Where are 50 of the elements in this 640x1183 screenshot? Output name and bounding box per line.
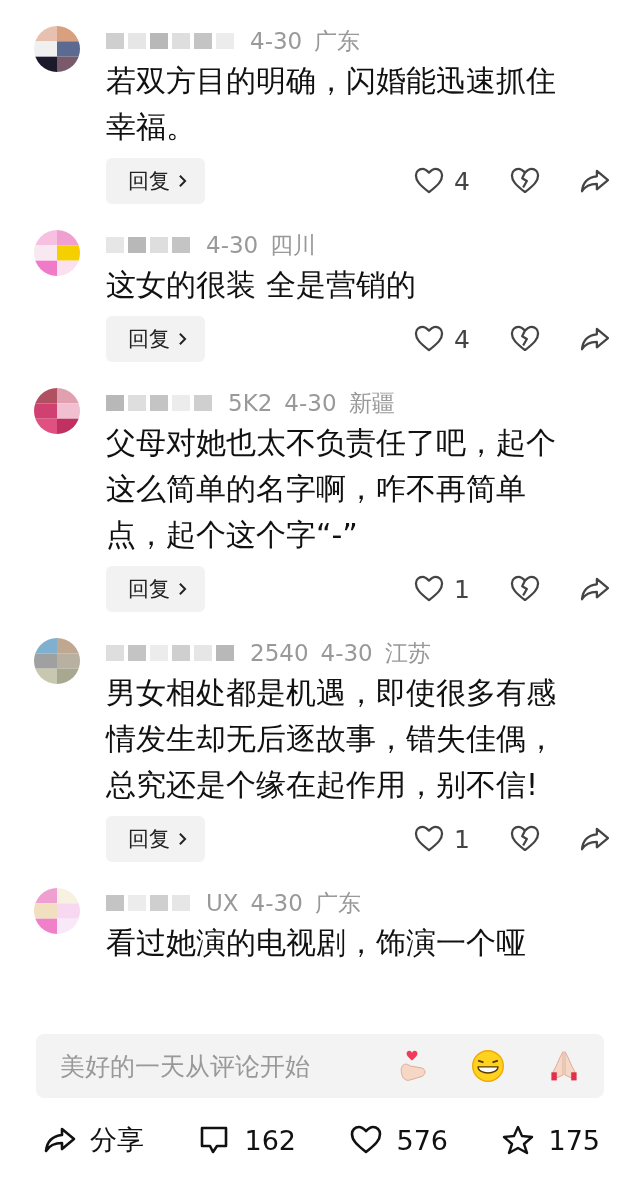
share-icon[interactable] [580, 826, 610, 852]
comment-bar[interactable]: 美好的一天从评论开始 [36, 1034, 604, 1098]
comment-region: 广东 [314, 888, 361, 918]
broken-heart-icon[interactable] [510, 167, 540, 195]
share-button[interactable]: 分享 [44, 1122, 144, 1158]
heart-icon [414, 575, 445, 603]
comment-region: 江苏 [384, 638, 431, 668]
comment-date: 4-30 [320, 640, 373, 666]
heart-icon [414, 325, 445, 353]
star-button[interactable]: 175 [502, 1122, 600, 1158]
heart-icon [414, 167, 445, 195]
like-button[interactable]: 576 [350, 1122, 448, 1158]
like-button[interactable]: 1 [414, 574, 470, 604]
comment-text: 男女相处都是机遇，即使很多有感情发生却无后逐故事，错失佳偶，总究还是个缘在起作用，别不信! [106, 674, 557, 804]
comment-date: 4-30 [206, 232, 259, 258]
broken-heart-icon[interactable] [510, 325, 540, 353]
comment-input[interactable]: 美好的一天从评论开始 [58, 1050, 354, 1082]
comment-date: 4-30 [284, 390, 337, 416]
chevron-right-icon [178, 832, 187, 846]
reply-button[interactable]: 回复 [106, 566, 205, 612]
comment-text: 这女的很装 全是营销的 [106, 266, 417, 304]
share-icon[interactable] [580, 576, 610, 602]
broken-heart-icon[interactable] [510, 825, 540, 853]
like-button[interactable]: 4 [414, 324, 470, 354]
comment-region: 新疆 [348, 388, 395, 418]
comment-text: 若双方目的明确，闪婚能迅速抓住幸福。 [106, 62, 557, 146]
broken-heart-icon[interactable] [510, 575, 540, 603]
share-icon [44, 1126, 76, 1154]
comment-date: 4-30 [250, 28, 303, 54]
reply-button[interactable]: 回复 [106, 158, 205, 204]
share-icon[interactable] [580, 326, 610, 352]
comment-text: 看过她演的电视剧，饰演一个哑 [106, 924, 527, 962]
like-button[interactable]: 4 [414, 166, 470, 196]
comment-region: 四川 [270, 230, 317, 260]
comment-text: 父母对她也太不负责任了吧，起个这么简单的名字啊，咋不再简单点，起个这个字“-” [106, 424, 557, 554]
reply-button[interactable]: 回复 [106, 816, 205, 862]
comment-date: 4-30 [250, 890, 303, 916]
comment-region: 广东 [314, 26, 361, 56]
reply-button[interactable]: 回复 [106, 316, 205, 362]
like-button[interactable]: 1 [414, 824, 470, 854]
chevron-right-icon [178, 582, 187, 596]
grinning-emoji-icon[interactable] [470, 1048, 506, 1084]
chevron-right-icon [178, 332, 187, 346]
heart-icon [414, 825, 445, 853]
share-icon[interactable] [580, 168, 610, 194]
comment-button[interactable]: 162 [198, 1122, 296, 1158]
avatar[interactable] [34, 26, 80, 72]
star-icon [502, 1125, 535, 1155]
chevron-right-icon [178, 174, 187, 188]
heart-icon [350, 1125, 383, 1155]
